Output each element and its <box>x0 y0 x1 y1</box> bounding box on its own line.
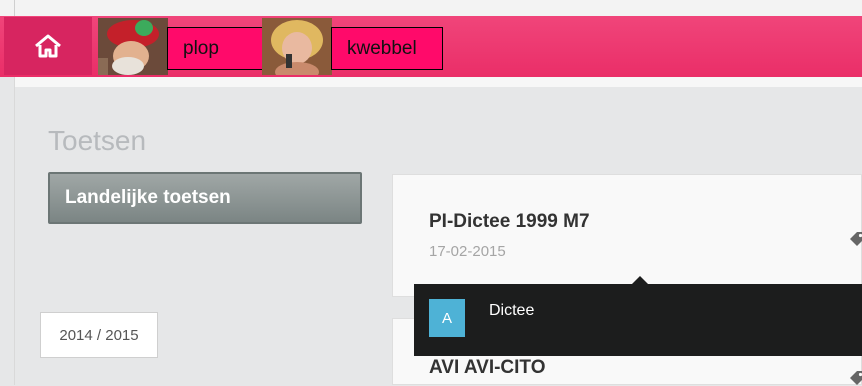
school-year-button[interactable]: 2014 / 2015 <box>40 312 158 358</box>
user-button-plop[interactable]: plop <box>167 27 264 70</box>
test-date: 17-02-2015 <box>429 243 506 260</box>
test-title: PI-Dictee 1999 M7 <box>429 211 590 232</box>
page-left-border <box>14 77 15 385</box>
avatar-plop[interactable] <box>98 18 168 75</box>
user-button-kwebbel[interactable]: kwebbel <box>331 27 443 70</box>
page-title: Toetsen <box>48 125 147 156</box>
tooltip-badge: A <box>429 299 465 337</box>
tag-icon[interactable] <box>849 370 862 386</box>
test-title: AVI AVI-CITO <box>429 357 546 378</box>
user-label-plop: plop <box>183 37 219 59</box>
tooltip-arrow <box>632 276 648 284</box>
avatar-kwebbel[interactable] <box>262 18 332 75</box>
tooltip-text: Dictee <box>489 302 535 319</box>
home-button[interactable] <box>4 17 92 75</box>
test-card[interactable]: PI-Dictee 1999 M7 17-02-2015 <box>392 174 862 297</box>
browser-top-strip <box>0 0 862 17</box>
test-type-tooltip: A Dictee <box>414 276 862 356</box>
home-icon <box>35 34 61 58</box>
tag-icon[interactable] <box>849 231 862 247</box>
landelijke-toetsen-button[interactable]: Landelijke toetsen <box>48 172 362 224</box>
user-label-kwebbel: kwebbel <box>347 37 417 59</box>
